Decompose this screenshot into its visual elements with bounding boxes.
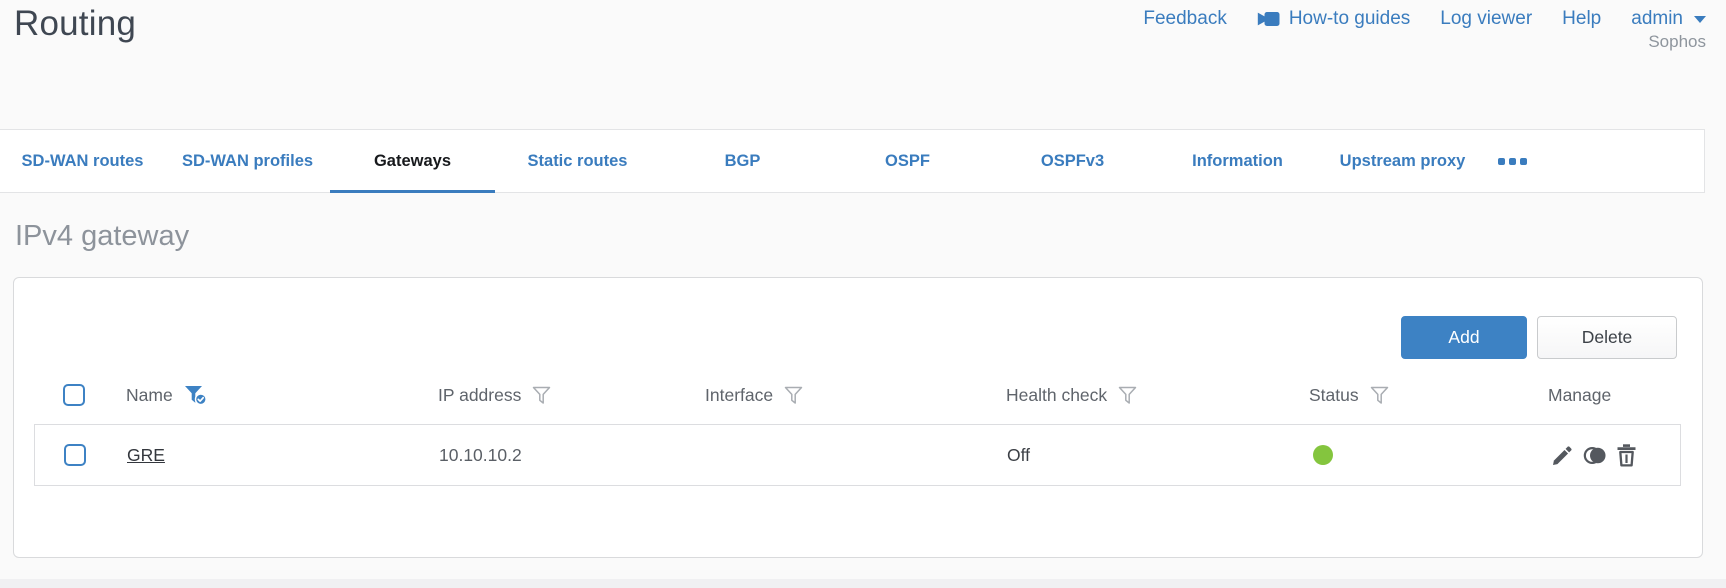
column-header-name: Name [126,384,173,405]
column-header-manage: Manage [1548,384,1612,405]
delete-button[interactable]: Delete [1537,316,1677,359]
user-menu[interactable]: admin [1631,8,1706,30]
funnel-filter-active-icon[interactable] [183,384,208,406]
tab-bgp[interactable]: BGP [660,130,825,192]
more-ellipsis-icon[interactable] [1485,130,1540,192]
select-all-checkbox[interactable] [63,384,85,406]
health-check-cell: Off [1007,444,1031,465]
tab-upstream-proxy[interactable]: Upstream proxy [1320,130,1485,192]
table-row: GRE 10.10.10.2 Off [34,424,1681,486]
status-up-indicator [1313,445,1333,465]
manage-cell [1549,443,1682,467]
howto-guides-link[interactable]: How-to guides [1257,8,1410,30]
help-link[interactable]: Help [1562,8,1601,30]
tab-static-routes[interactable]: Static routes [495,130,660,192]
chevron-down-icon [1694,15,1706,23]
tab-information[interactable]: Information [1155,130,1320,192]
video-camera-icon [1257,11,1280,27]
clone-icon[interactable] [1583,444,1607,467]
gateway-name-link[interactable]: GRE [127,445,165,465]
tab-sdwan-profiles[interactable]: SD-WAN profiles [165,130,330,192]
bottom-edge [0,579,1726,588]
funnel-filter-icon[interactable] [1369,385,1390,406]
funnel-filter-icon[interactable] [1117,385,1138,406]
top-navigation: Feedback How-to guides Log viewer Help a… [1143,8,1706,30]
column-header-health-check: Health check [1006,384,1108,405]
ip-address-cell: 10.10.10.2 [439,444,522,465]
gateway-panel: Add Delete Name IP address Interface Hea… [13,277,1703,558]
page-title: Routing [14,4,137,43]
howto-guides-label: How-to guides [1288,8,1411,29]
delete-trash-icon[interactable] [1616,443,1637,467]
section-heading: IPv4 gateway [15,220,190,252]
tab-sdwan-routes[interactable]: SD-WAN routes [0,130,165,192]
row-checkbox[interactable] [64,444,86,466]
column-header-status: Status [1309,384,1359,405]
log-viewer-link[interactable]: Log viewer [1440,8,1532,30]
column-header-ip-address: IP address [438,384,522,405]
add-button[interactable]: Add [1401,316,1527,359]
tab-gateways[interactable]: Gateways [330,130,495,193]
tab-ospfv3[interactable]: OSPFv3 [990,130,1155,192]
brand-label: Sophos [1648,32,1706,51]
funnel-filter-icon[interactable] [531,385,552,406]
feedback-link[interactable]: Feedback [1143,8,1226,30]
routing-tabbar: SD-WAN routes SD-WAN profiles Gateways S… [0,129,1705,193]
funnel-filter-icon[interactable] [783,385,804,406]
table-header-row: Name IP address Interface Health check S… [34,366,1681,424]
toolbar: Add Delete [1401,316,1677,359]
tab-ospf[interactable]: OSPF [825,130,990,192]
gateway-table: Name IP address Interface Health check S… [34,366,1681,486]
edit-pencil-icon[interactable] [1551,444,1574,467]
user-name-label: admin [1631,8,1683,29]
column-header-interface: Interface [705,384,774,405]
routing-page: { "window": { "title": "Routing", "brand… [0,0,1726,588]
